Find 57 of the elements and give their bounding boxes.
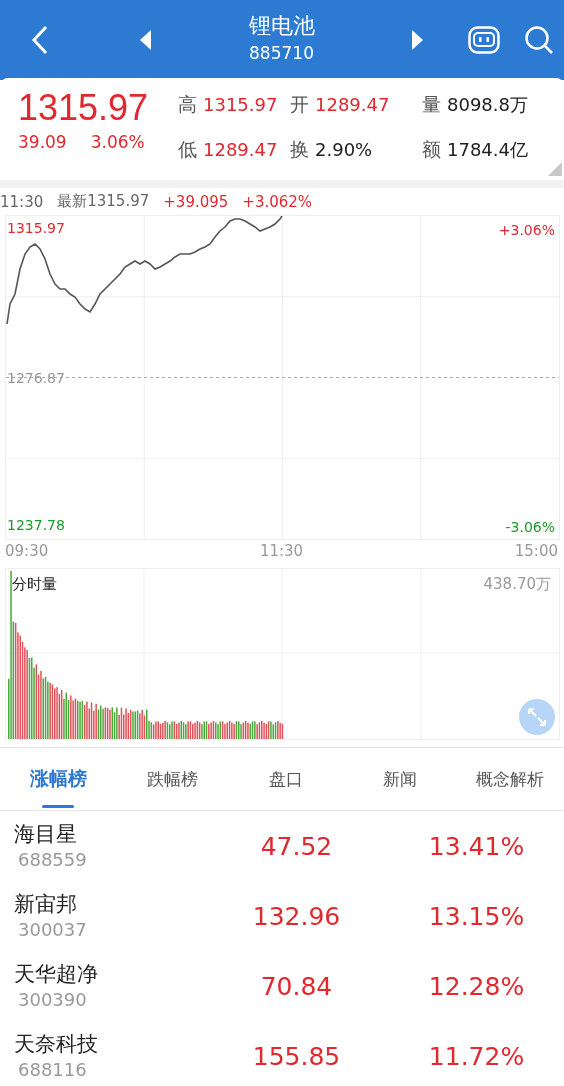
stat-label: 高 bbox=[178, 92, 197, 117]
stock-percent-change: 13.15% bbox=[427, 901, 526, 931]
page-title: 锂电池 bbox=[248, 12, 315, 40]
price-axis-label: 1315.97 bbox=[7, 220, 65, 236]
last-price: 1315.97 bbox=[18, 86, 150, 130]
volume-title: 分时量 bbox=[12, 575, 57, 594]
stock-code: 688116 bbox=[17, 1058, 88, 1082]
stat-value: 8098.8万 bbox=[447, 93, 528, 117]
stock-name[interactable]: 天华超净 bbox=[14, 960, 204, 988]
stock-price: 47.52 bbox=[259, 831, 334, 861]
stock-price: 132.96 bbox=[251, 901, 342, 931]
stock-code: 300390 bbox=[17, 988, 88, 1012]
stock-code: 300037 bbox=[17, 918, 88, 942]
tab[interactable]: 新闻 bbox=[344, 748, 456, 810]
stat-value: 1315.97 bbox=[203, 94, 278, 115]
stock-name[interactable]: 天奈科技 bbox=[14, 1030, 204, 1058]
price-axis-label: 1276.87 bbox=[7, 369, 65, 386]
percent-change: 3.06% bbox=[90, 132, 145, 152]
back-icon[interactable] bbox=[30, 24, 50, 56]
index-code: 885710 bbox=[249, 42, 314, 65]
volume-max-label: 438.70万 bbox=[483, 575, 551, 594]
time-axis-label: 09:30 bbox=[5, 542, 49, 562]
chart-percent: +3.062% bbox=[242, 192, 313, 211]
stock-code: 688559 bbox=[17, 848, 88, 872]
stat-value: 1784.4亿 bbox=[447, 138, 528, 162]
stock-percent-change: 11.72% bbox=[427, 1041, 526, 1071]
percent-axis-label: +3.06% bbox=[498, 222, 555, 238]
stock-name[interactable]: 海目星 bbox=[14, 820, 204, 848]
stat-value: 2.90% bbox=[315, 139, 373, 160]
stock-price: 70.84 bbox=[259, 971, 334, 1001]
tab[interactable]: 跌幅榜 bbox=[116, 748, 228, 810]
tab[interactable]: 盘口 bbox=[228, 748, 344, 810]
latest-price: 最新1315.97 bbox=[57, 192, 150, 211]
time-axis-label: 15:00 bbox=[514, 542, 558, 562]
stat-value: 1289.47 bbox=[315, 94, 390, 115]
stat-label: 换 bbox=[290, 137, 309, 162]
robot-icon[interactable] bbox=[468, 26, 500, 54]
stock-price: 155.85 bbox=[251, 1041, 342, 1071]
tab[interactable]: 概念解析 bbox=[456, 748, 564, 810]
price-change: 39.09 bbox=[18, 132, 67, 152]
stock-percent-change: 12.28% bbox=[427, 971, 526, 1001]
stat-label: 量 bbox=[422, 92, 441, 117]
stat-label: 开 bbox=[290, 92, 309, 117]
chart-time: 11:30 bbox=[0, 192, 44, 211]
percent-axis-label: -3.06% bbox=[505, 519, 555, 535]
next-icon[interactable] bbox=[411, 30, 423, 50]
price-axis-label: 1237.78 bbox=[7, 517, 65, 533]
time-axis-label: 11:30 bbox=[259, 542, 304, 562]
stock-name[interactable]: 新宙邦 bbox=[14, 890, 204, 918]
search-icon[interactable] bbox=[524, 25, 554, 55]
stat-label: 低 bbox=[178, 137, 197, 162]
previous-icon[interactable] bbox=[140, 30, 152, 50]
stat-label: 额 bbox=[422, 137, 441, 162]
chart-change: +39.095 bbox=[163, 192, 229, 211]
stat-value: 1289.47 bbox=[203, 139, 278, 160]
tab[interactable]: 涨幅榜 bbox=[0, 748, 116, 810]
stock-percent-change: 13.41% bbox=[427, 831, 526, 861]
